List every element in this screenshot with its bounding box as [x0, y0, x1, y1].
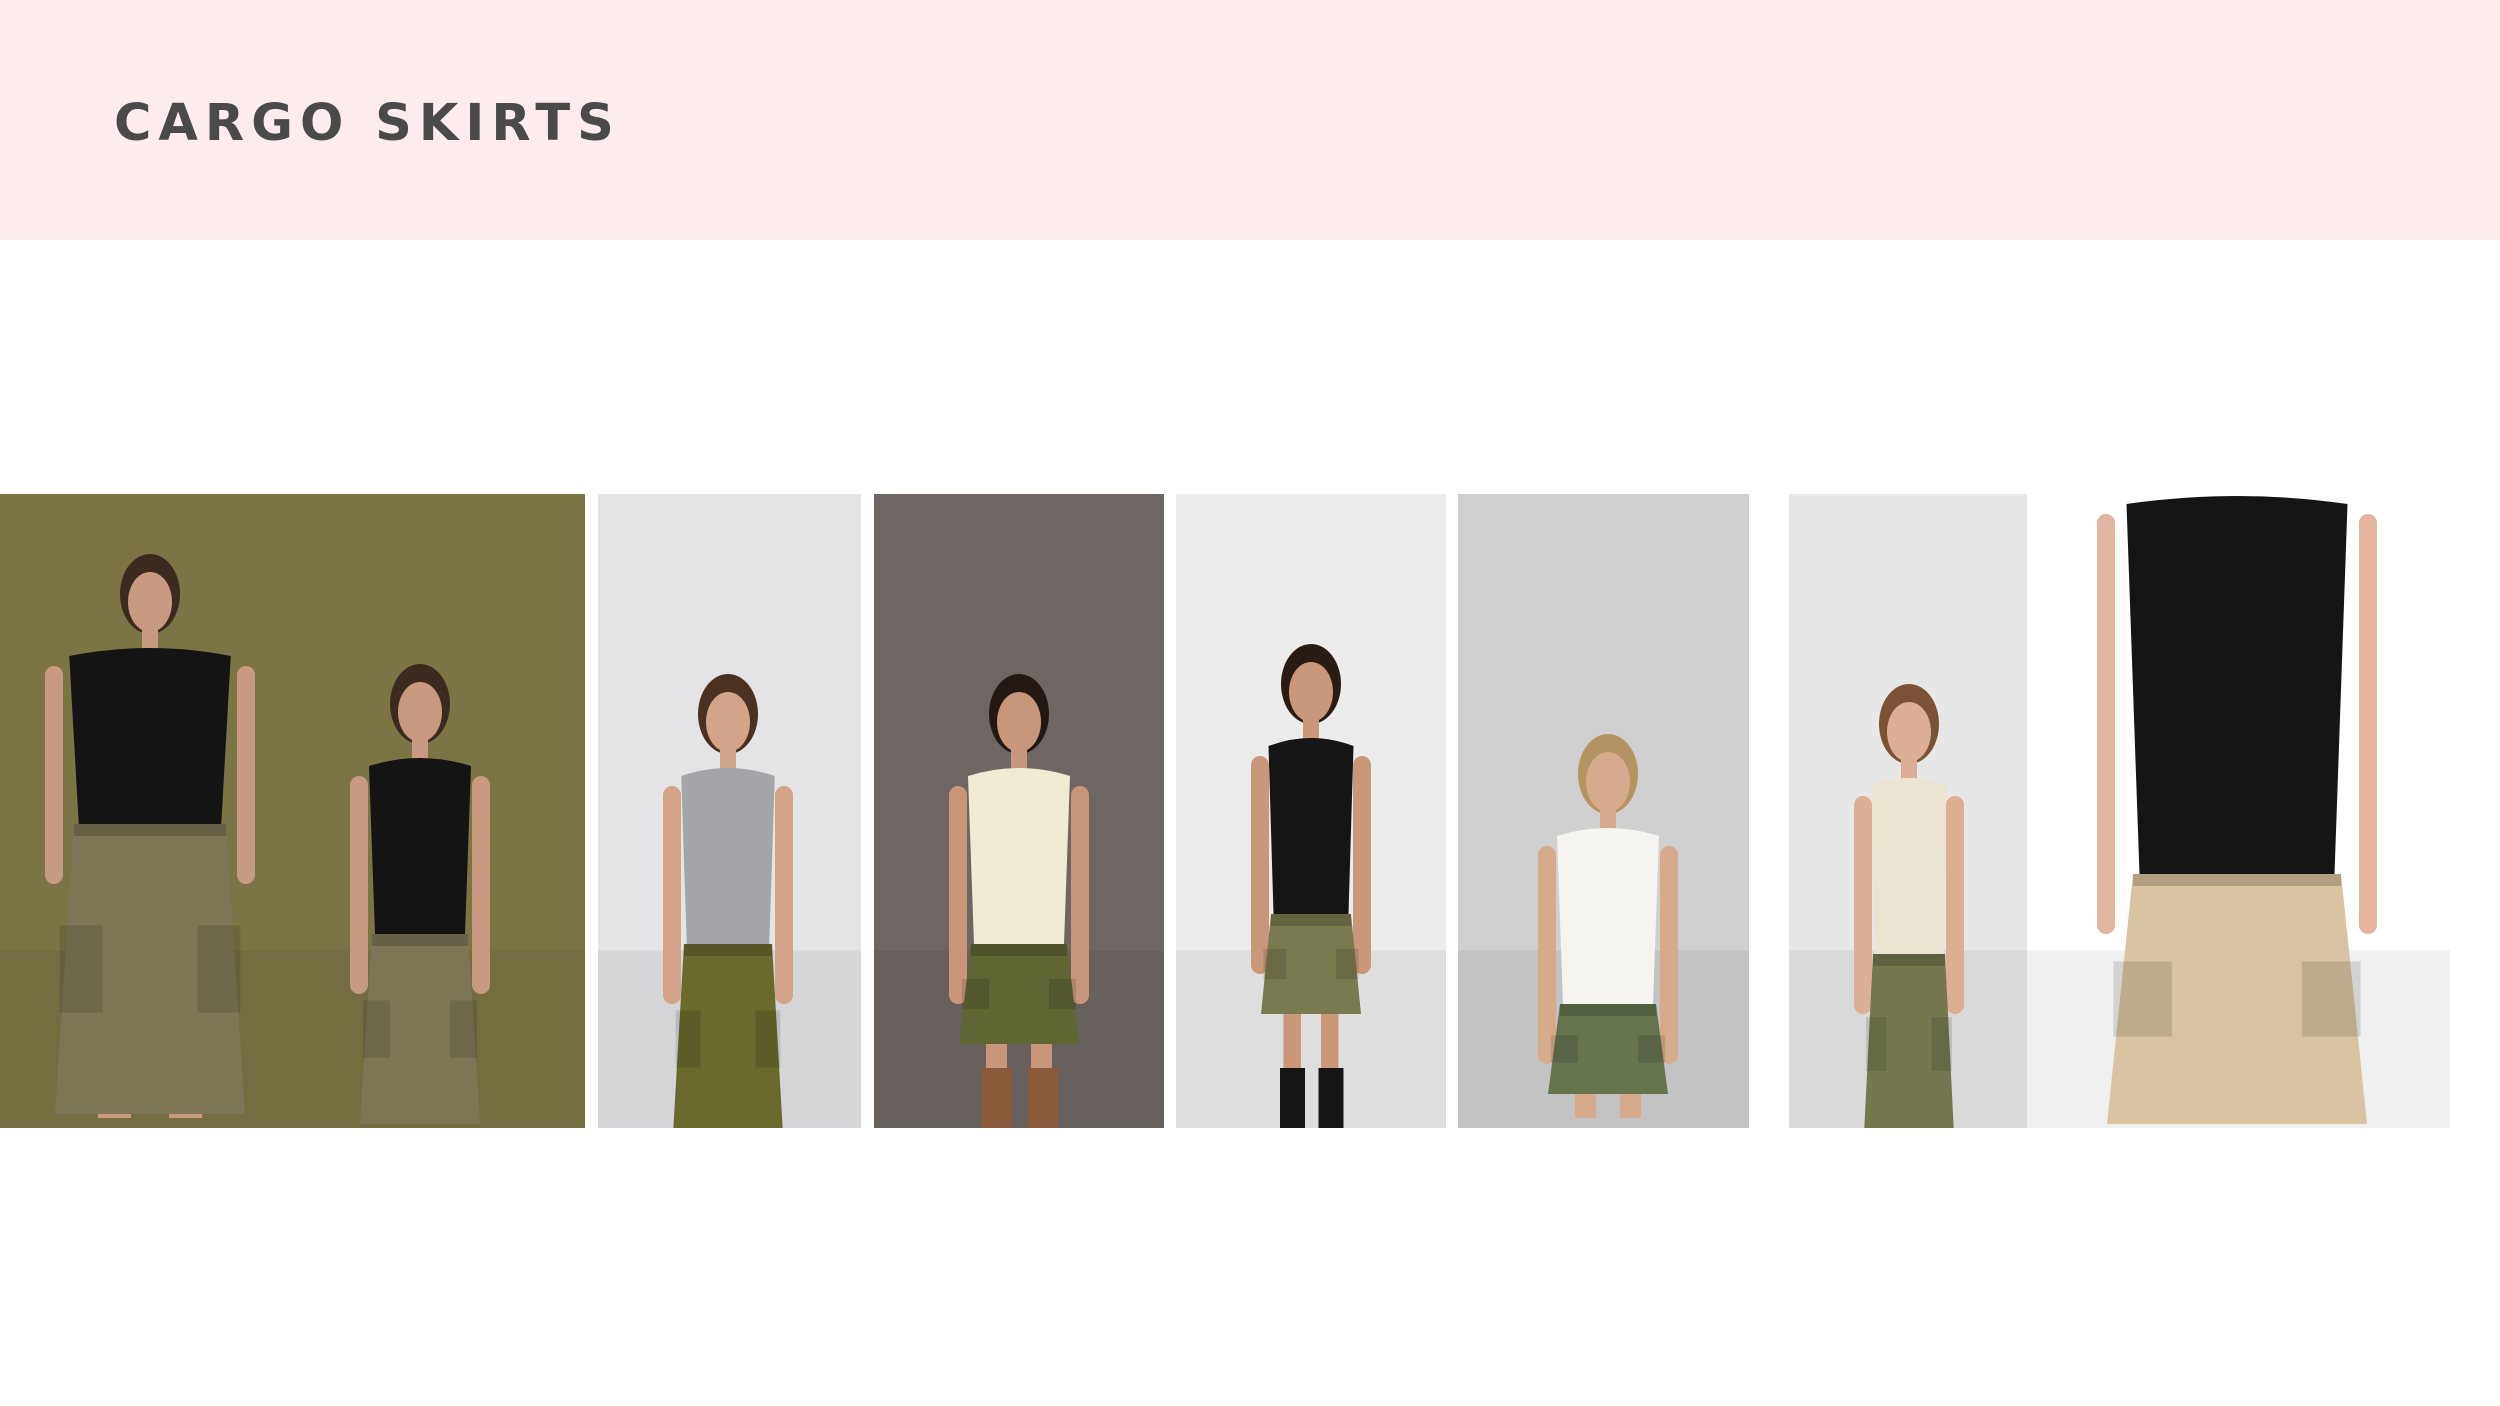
- model-neck: [1600, 808, 1616, 830]
- cargo-pocket-left: [1866, 1017, 1887, 1071]
- model-top: [69, 648, 231, 824]
- cargo-pocket-left: [363, 1000, 390, 1058]
- model-arm-left: [1251, 756, 1269, 974]
- model-top: [2126, 496, 2348, 874]
- cargo-pocket-right: [755, 1010, 781, 1068]
- skirt-waistband: [74, 824, 226, 836]
- model-arm-right: [775, 786, 793, 1004]
- skirt-waistband: [1873, 954, 1945, 966]
- model-figure: [2097, 496, 2377, 1124]
- model-arm-left: [1854, 796, 1872, 1014]
- model-arm-right: [1660, 846, 1678, 1064]
- photo-wrap-cargo-mini-skirt-boots: [1176, 494, 1446, 1128]
- model-top: [1870, 778, 1948, 954]
- skirt-waistband: [372, 934, 468, 946]
- cargo-pocket-right: [1049, 979, 1076, 1009]
- model-neck: [1303, 718, 1319, 740]
- model-top: [681, 768, 775, 944]
- cargo-pocket-right: [450, 1000, 477, 1058]
- model-arm-left: [45, 666, 63, 884]
- model-shoe-left: [981, 1068, 1012, 1128]
- cargo-pocket-left: [2113, 961, 2172, 1037]
- model-neck: [142, 628, 158, 650]
- cargo-pocket-right: [2302, 961, 2361, 1037]
- model-arm-right: [1353, 756, 1371, 974]
- midi-cargo-skirt-knit-sweater-photo: [1789, 494, 2027, 1128]
- olive-mini-cargo-skirt-blouse-photo: [874, 494, 1164, 1128]
- olive-midi-cargo-skirt-hoodie-photo: [598, 494, 861, 1128]
- skirt-waistband: [2133, 874, 2341, 886]
- photo-olive-maxi-cargo-skirt: [0, 494, 585, 1128]
- beige-cargo-mini-skirt-belt-photo: [2027, 494, 2450, 1128]
- cargo-pocket-right: [197, 925, 241, 1013]
- model-arm-right: [237, 666, 255, 884]
- model-face: [128, 572, 172, 632]
- model-face: [1586, 752, 1630, 812]
- model-shoe-left: [1280, 1068, 1305, 1128]
- model-arm-left: [949, 786, 967, 1004]
- model-shoe-right: [1028, 1068, 1058, 1128]
- model-arm-right: [1946, 796, 1964, 1014]
- model-top: [1268, 738, 1354, 914]
- model-neck: [720, 748, 736, 770]
- photo-khaki-cargo-mini-skirt-white-top: [1458, 494, 1749, 1128]
- model-shoe-right: [1318, 1068, 1344, 1128]
- model-neck: [1901, 758, 1917, 780]
- model-neck: [412, 738, 428, 760]
- photo-olive-midi-cargo-skirt-hoodie: [598, 494, 861, 1128]
- model-face: [997, 692, 1041, 752]
- model-arm-left: [663, 786, 681, 1004]
- cargo-pocket-right: [1336, 949, 1359, 979]
- model-arm-left: [1538, 846, 1556, 1064]
- model-arm-left: [350, 776, 368, 994]
- model-face: [1289, 662, 1333, 722]
- model-top: [1557, 828, 1659, 1004]
- model-face: [706, 692, 750, 752]
- model-arm-right: [1071, 786, 1089, 1004]
- cargo-pocket-left: [675, 1010, 701, 1068]
- wrap-cargo-mini-skirt-boots-photo: [1176, 494, 1446, 1128]
- model-neck: [1011, 748, 1027, 770]
- model-arm-right: [2359, 514, 2377, 934]
- photo-olive-mini-cargo-skirt-blouse: [874, 494, 1164, 1128]
- photo-midi-cargo-skirt-knit-sweater: [1789, 494, 2027, 1128]
- page-title: CARGO SKIRTS: [114, 94, 621, 153]
- khaki-cargo-mini-skirt-white-top-photo: [1458, 494, 1749, 1128]
- cargo-pocket-left: [59, 925, 103, 1013]
- skirt-waistband: [971, 944, 1067, 956]
- model-arm-right: [472, 776, 490, 994]
- model-top: [369, 758, 471, 934]
- skirt-waistband: [684, 944, 772, 956]
- cargo-pocket-left: [1551, 1035, 1578, 1063]
- cargo-pocket-right: [1638, 1035, 1665, 1063]
- photo-beige-cargo-mini-skirt-belt: [2027, 494, 2450, 1128]
- skirt-waistband: [1271, 914, 1351, 926]
- skirt-waistband: [1560, 1004, 1656, 1016]
- model-face: [1887, 702, 1931, 762]
- olive-maxi-cargo-skirt-photo: [0, 494, 585, 1128]
- model-arm-left: [2097, 514, 2115, 934]
- model-face: [398, 682, 442, 742]
- cargo-pocket-left: [962, 979, 989, 1009]
- header-band: CARGO SKIRTS: [0, 0, 2500, 240]
- cargo-pocket-left: [1263, 949, 1286, 979]
- cargo-pocket-right: [1931, 1017, 1952, 1071]
- model-top: [968, 768, 1070, 944]
